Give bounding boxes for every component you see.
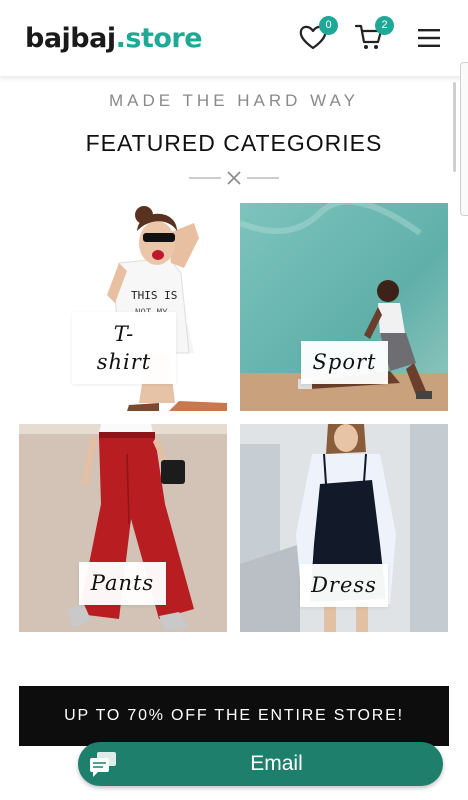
wishlist-count-badge: 0 bbox=[319, 16, 338, 35]
category-label-line2: shirt bbox=[96, 350, 152, 374]
tagline: MADE THE HARD WAY bbox=[109, 91, 359, 110]
svg-text:THIS IS: THIS IS bbox=[131, 289, 177, 302]
cart-button[interactable]: 2 bbox=[354, 16, 394, 54]
site-header: bajbaj.store 0 2 bbox=[0, 0, 468, 77]
category-tile-tshirt[interactable]: THIS IS NOT MY T- shirt bbox=[19, 203, 227, 411]
email-button-label: Email bbox=[250, 752, 303, 775]
promo-banner[interactable]: UP TO 70% OFF THE ENTIRE STORE! bbox=[19, 686, 449, 746]
category-tile-pants[interactable]: Pants bbox=[19, 424, 227, 632]
email-button[interactable]: Email bbox=[78, 742, 443, 786]
section-title: FEATURED CATEGORIES bbox=[85, 130, 383, 156]
category-label-pants[interactable]: Pants bbox=[79, 562, 166, 605]
wishlist-button[interactable]: 0 bbox=[298, 16, 338, 54]
category-tile-dress[interactable]: Dress bbox=[240, 424, 448, 632]
logo-dot: . bbox=[115, 23, 126, 54]
category-tile-sport[interactable]: Sport bbox=[240, 203, 448, 411]
menu-button[interactable] bbox=[415, 25, 443, 51]
title-divider bbox=[189, 171, 279, 185]
hamburger-menu-icon bbox=[418, 29, 440, 47]
category-label-dress[interactable]: Dress bbox=[300, 564, 388, 607]
logo-brand-text: bajbaj bbox=[25, 23, 116, 54]
x-icon bbox=[227, 171, 241, 185]
cart-count-badge: 2 bbox=[375, 16, 394, 35]
category-label-sport[interactable]: Sport bbox=[301, 341, 388, 384]
category-label-tshirt[interactable]: T- shirt bbox=[72, 312, 176, 384]
logo-tld-text: store bbox=[125, 23, 203, 54]
category-label-line1: T- bbox=[113, 322, 135, 346]
store-logo[interactable]: bajbaj.store bbox=[25, 22, 203, 56]
